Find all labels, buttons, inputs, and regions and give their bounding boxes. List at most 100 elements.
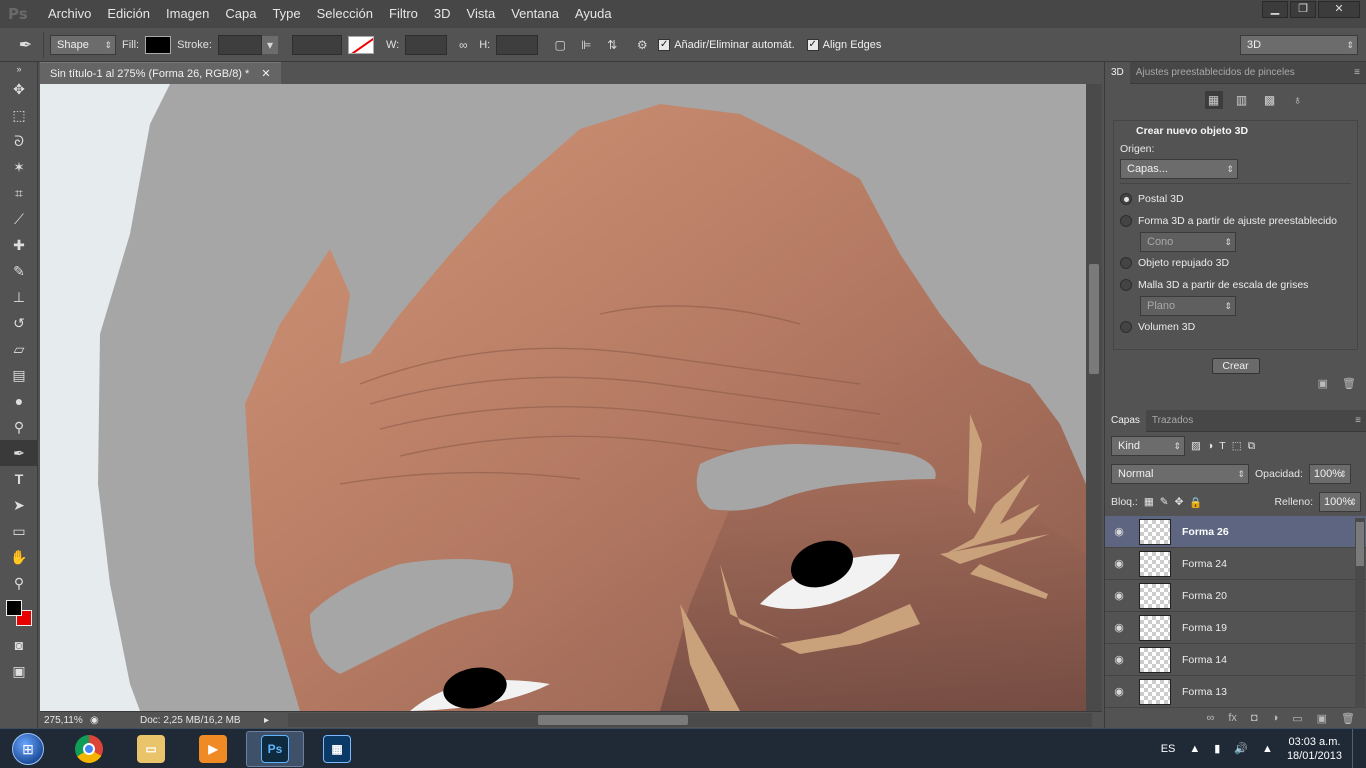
marquee-tool-icon[interactable]: ⬚ — [0, 102, 38, 128]
option-depth-map-3d[interactable]: Malla 3D a partir de escala de grises — [1120, 274, 1351, 296]
vertical-scrollbar[interactable] — [1086, 84, 1102, 711]
taskbar-app-preview[interactable]: ▦ — [308, 731, 366, 767]
close-tab-icon[interactable]: ✕ — [261, 63, 270, 84]
menu-3d[interactable]: 3D — [426, 0, 459, 28]
visibility-eye-icon[interactable]: ◉ — [1105, 525, 1133, 538]
status-info-icon[interactable]: ◉ — [90, 715, 104, 726]
brush-tool-icon[interactable]: ✎ — [0, 258, 38, 284]
align-edges-checkbox[interactable]: ✓ Align Edges — [806, 38, 881, 51]
visibility-eye-icon[interactable]: ◉ — [1105, 589, 1133, 602]
pen-tool-icon[interactable]: ✒ — [0, 440, 38, 466]
dodge-tool-icon[interactable]: ⚲ — [0, 414, 38, 440]
document-canvas[interactable] — [40, 84, 1086, 711]
layer-row[interactable]: ◉ Forma 20 — [1105, 580, 1366, 612]
link-icon[interactable]: ∞ — [453, 35, 473, 55]
screen-mode-icon[interactable]: ▣ — [0, 658, 38, 684]
option-volume-3d[interactable]: Volumen 3D — [1120, 316, 1351, 338]
tab-layers[interactable]: Capas — [1105, 409, 1146, 432]
hand-tool-icon[interactable]: ✋ — [0, 544, 38, 570]
panel-menu-icon[interactable]: ≡ — [1354, 67, 1360, 78]
new-scene-icon[interactable]: ▣ — [1318, 377, 1328, 390]
horizontal-scroll-thumb[interactable] — [538, 715, 688, 725]
taskbar-app-chrome[interactable] — [60, 731, 118, 767]
tab-3d[interactable]: 3D — [1105, 61, 1130, 84]
trash-icon[interactable]: 🗑 — [1342, 377, 1356, 390]
menu-vista[interactable]: Vista — [459, 0, 504, 28]
scene-icon[interactable]: ▦ — [1204, 91, 1223, 109]
layer-row[interactable]: ◉ Forma 26 — [1105, 516, 1366, 548]
menu-ayuda[interactable]: Ayuda — [567, 0, 620, 28]
menu-edicion[interactable]: Edición — [99, 0, 158, 28]
language-indicator[interactable]: ES — [1161, 743, 1176, 755]
option-postcard-3d[interactable]: Postal 3D — [1120, 188, 1351, 210]
lock-transparency-icon[interactable]: ▦ — [1144, 496, 1154, 508]
workspace-dropdown[interactable]: 3D — [1240, 34, 1358, 55]
width-field[interactable] — [405, 34, 448, 55]
visibility-eye-icon[interactable]: ◉ — [1105, 653, 1133, 666]
move-tool-icon[interactable]: ✥ — [0, 76, 38, 102]
layer-filter-dropdown[interactable]: Kind — [1111, 436, 1185, 456]
menu-ventana[interactable]: Ventana — [503, 0, 567, 28]
adjustment-layer-icon[interactable]: ◑ — [1272, 712, 1279, 724]
stroke-type-swatch[interactable] — [347, 35, 374, 54]
taskbar-app-media[interactable]: ▶ — [184, 731, 242, 767]
option-preset-shape-3d[interactable]: Forma 3D a partir de ajuste preestableci… — [1120, 210, 1351, 232]
path-arrangement-icon[interactable]: ⇅ — [602, 35, 622, 55]
tray-expand-icon[interactable]: ▲ — [1189, 743, 1200, 755]
foreground-color-swatch[interactable] — [6, 600, 22, 616]
status-menu-arrow-icon[interactable]: ▸ — [264, 715, 278, 726]
tab-brush-presets[interactable]: Ajustes preestablecidos de pinceles — [1130, 62, 1301, 84]
document-tab[interactable]: Sin título-1 al 275% (Forma 26, RGB/8) *… — [40, 62, 281, 84]
history-brush-tool-icon[interactable]: ↺ — [0, 310, 38, 336]
filter-smart-object-icon[interactable]: ⧉ — [1248, 440, 1256, 453]
mesh-icon[interactable]: ▥ — [1233, 91, 1251, 109]
create-button[interactable]: Crear — [1211, 358, 1260, 374]
horizontal-scrollbar[interactable] — [288, 713, 1092, 727]
start-button[interactable]: ⊞ — [0, 729, 56, 768]
volume-icon[interactable]: 🔊 — [1234, 742, 1248, 755]
origin-dropdown[interactable]: Capas... — [1120, 159, 1238, 179]
blend-mode-dropdown[interactable]: Normal — [1111, 464, 1249, 484]
menu-archivo[interactable]: Archivo — [40, 0, 99, 28]
vertical-scroll-thumb[interactable] — [1089, 264, 1099, 374]
lock-pixels-icon[interactable]: ✎ — [1160, 496, 1169, 508]
materials-icon[interactable]: ▩ — [1261, 91, 1279, 109]
lock-all-icon[interactable]: 🔒 — [1189, 496, 1202, 509]
eraser-tool-icon[interactable]: ▱ — [0, 336, 38, 362]
layer-row[interactable]: ◉ Forma 13 — [1105, 676, 1366, 708]
option-extrusion-3d[interactable]: Objeto repujado 3D — [1120, 252, 1351, 274]
magic-wand-tool-icon[interactable]: ✶ — [0, 154, 38, 180]
type-tool-icon[interactable]: T — [0, 466, 38, 492]
crop-tool-icon[interactable]: ⌗ — [0, 180, 38, 206]
clock[interactable]: 03:03 a.m. 18/01/2013 — [1287, 735, 1342, 763]
layer-row[interactable]: ◉ Forma 14 — [1105, 644, 1366, 676]
menu-capa[interactable]: Capa — [217, 0, 264, 28]
panel-menu-icon[interactable]: ≡ — [1355, 415, 1361, 426]
fill-swatch[interactable] — [145, 35, 172, 54]
tab-paths[interactable]: Trazados — [1146, 410, 1199, 432]
toolbox-collapse-icon[interactable]: » — [0, 62, 38, 76]
path-selection-tool-icon[interactable]: ➤ — [0, 492, 38, 518]
filter-shape-icon[interactable]: ⬚ — [1232, 440, 1242, 452]
path-operations-icon[interactable]: ▢ — [550, 35, 570, 55]
auto-add-delete-checkbox[interactable]: ✓ Añadir/Eliminar automát. — [658, 38, 795, 51]
menu-seleccion[interactable]: Selección — [309, 0, 381, 28]
minimize-button[interactable]: ▁ — [1262, 1, 1288, 18]
menu-type[interactable]: Type — [264, 0, 308, 28]
path-alignment-icon[interactable]: ⊫ — [576, 35, 596, 55]
lock-position-icon[interactable]: ✥ — [1175, 496, 1184, 508]
close-button[interactable]: ✕ — [1318, 1, 1360, 18]
restore-button[interactable]: ❐ — [1290, 1, 1316, 18]
stroke-width-field[interactable] — [291, 34, 342, 55]
network-icon[interactable]: ▮ — [1214, 742, 1220, 755]
zoom-tool-icon[interactable]: ⚲ — [0, 570, 38, 596]
show-desktop-button[interactable] — [1352, 728, 1366, 768]
shape-mode-dropdown[interactable]: Shape — [50, 34, 116, 55]
trash-icon[interactable]: 🗑 — [1341, 712, 1355, 725]
lasso-tool-icon[interactable]: ᘐ — [0, 128, 38, 154]
link-layers-icon[interactable]: ∞ — [1207, 712, 1215, 724]
new-group-icon[interactable]: ▭ — [1292, 712, 1302, 725]
pen-tool-preset-icon[interactable]: ✒ — [8, 31, 44, 58]
rectangle-tool-icon[interactable]: ▭ — [0, 518, 38, 544]
add-mask-icon[interactable]: ◘ — [1251, 712, 1258, 724]
